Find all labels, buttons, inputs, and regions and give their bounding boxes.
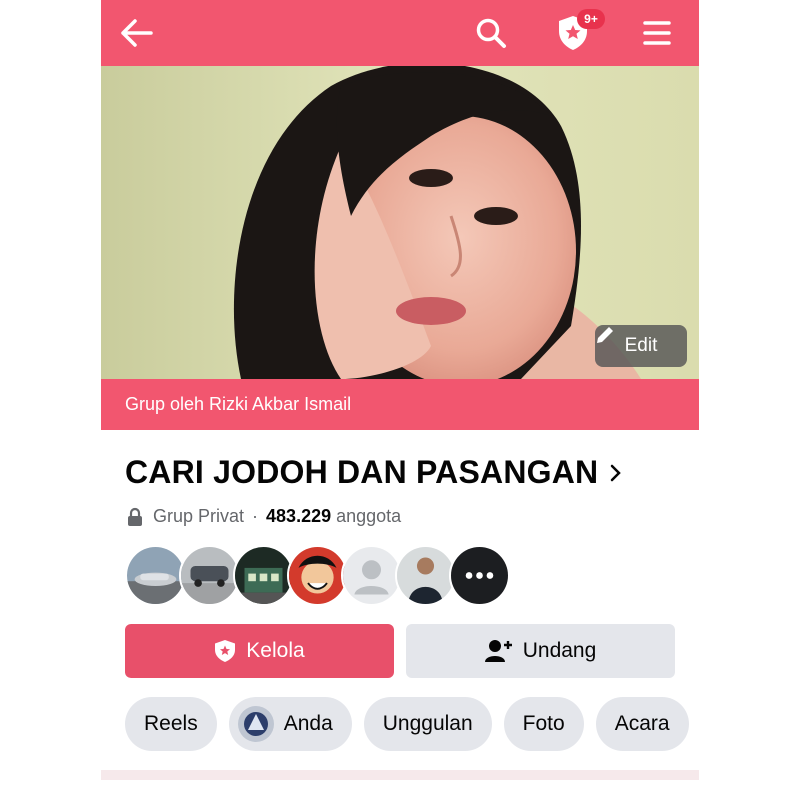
group-name: CARI JODOH DAN PASANGAN [125, 454, 599, 490]
invite-button[interactable]: Undang [406, 624, 675, 678]
back-arrow-icon[interactable] [119, 15, 155, 51]
manage-button[interactable]: Kelola [125, 624, 394, 678]
menu-icon[interactable] [639, 15, 675, 51]
search-icon[interactable] [473, 15, 509, 51]
member-avatar[interactable] [395, 545, 456, 606]
member-count: 483.229 [266, 506, 332, 526]
section-divider [101, 770, 699, 780]
tab-events[interactable]: Acara [595, 697, 689, 751]
add-person-icon [484, 640, 512, 662]
tab-photos[interactable]: Foto [503, 697, 584, 751]
member-avatar[interactable] [287, 545, 348, 606]
member-avatars[interactable] [125, 545, 510, 606]
tab-you[interactable]: Anda [228, 697, 352, 751]
member-avatar[interactable] [233, 545, 294, 606]
member-avatar[interactable] [179, 545, 240, 606]
tab-label: Reels [144, 712, 198, 735]
tab-label: Foto [522, 712, 565, 735]
group-title[interactable]: CARI JODOH DAN PASANGAN [125, 454, 622, 491]
tab-label: Anda [283, 712, 333, 735]
action-buttons: Kelola Undang [125, 624, 675, 678]
shield-star-icon [215, 640, 236, 662]
edit-label: Edit [624, 335, 658, 356]
invite-label: Undang [522, 639, 597, 662]
group-tabs: Reels Anda Unggulan Foto Acara [125, 697, 689, 751]
pencil-icon [597, 327, 613, 343]
user-avatar [237, 706, 274, 742]
member-avatar[interactable] [341, 545, 402, 606]
tab-reels[interactable]: Reels [125, 697, 217, 751]
edit-cover-button[interactable]: Edit [595, 325, 687, 367]
chevron-right-icon [610, 463, 622, 483]
tab-label: Unggulan [382, 712, 473, 735]
member-avatar[interactable] [125, 545, 186, 606]
group-byline[interactable]: Grup oleh Rizki Akbar Ismail [101, 379, 699, 430]
cover-photo[interactable]: Edit [101, 66, 699, 379]
group-page: 9+ Edit Grup oleh Rizki Akbar Ismail CAR… [101, 0, 699, 800]
member-label: anggota [336, 506, 402, 526]
tab-label: Acara [614, 712, 670, 735]
meta-separator: · [252, 506, 259, 526]
tab-featured[interactable]: Unggulan [363, 697, 492, 751]
top-bar: 9+ [101, 0, 699, 66]
manage-label: Kelola [246, 639, 305, 662]
group-meta: Grup Privat · 483.229 anggota [125, 506, 401, 527]
notification-badge: 9+ [577, 9, 605, 29]
more-members-button[interactable] [449, 545, 510, 606]
feed-start [101, 780, 699, 800]
lock-icon [128, 507, 142, 526]
privacy-label: Grup Privat [153, 506, 245, 526]
